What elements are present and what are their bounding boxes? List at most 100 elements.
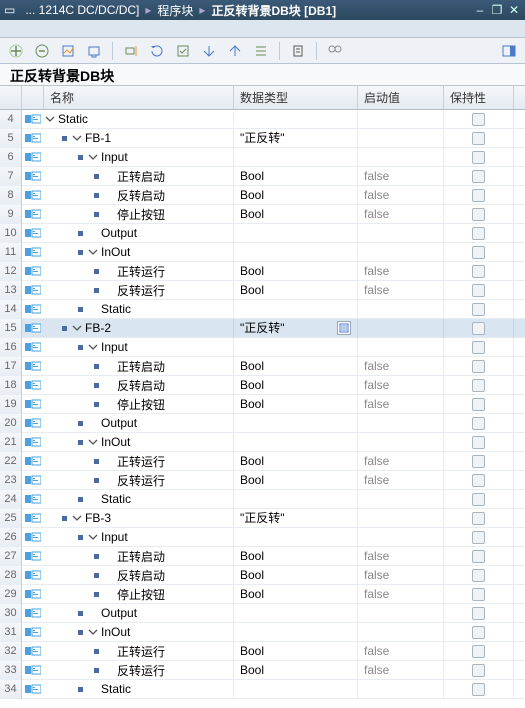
toolbar-btn-12[interactable] [325, 41, 345, 61]
breadcrumb-folder[interactable]: 程序块 [151, 2, 199, 19]
datatype-cell[interactable] [234, 300, 358, 319]
retain-cell[interactable] [444, 414, 514, 433]
datatype-cell[interactable] [234, 110, 358, 129]
startvalue-cell[interactable]: false [358, 167, 444, 186]
table-row[interactable]: 16 Input [0, 338, 525, 357]
row-number[interactable]: 11 [0, 243, 22, 262]
row-number[interactable]: 6 [0, 148, 22, 167]
table-row[interactable]: 11 InOut [0, 243, 525, 262]
retain-checkbox[interactable] [472, 246, 485, 259]
retain-checkbox[interactable] [472, 626, 485, 639]
variable-grid[interactable]: 名称 数据类型 启动值 保持性 4Static5FB-1"正反转"6Input7… [0, 86, 525, 708]
table-row[interactable]: 6 Input [0, 148, 525, 167]
table-row[interactable]: 20Output [0, 414, 525, 433]
name-cell[interactable]: InOut [44, 623, 234, 642]
row-number[interactable]: 27 [0, 547, 22, 566]
expand-toggle[interactable] [87, 246, 99, 258]
startvalue-cell[interactable] [358, 528, 444, 547]
table-row[interactable]: 29停止按钮Boolfalse [0, 585, 525, 604]
retain-checkbox[interactable] [472, 645, 485, 658]
name-cell[interactable]: Output [44, 604, 234, 623]
expand-toggle[interactable] [71, 132, 83, 144]
retain-cell[interactable] [444, 623, 514, 642]
row-number[interactable]: 31 [0, 623, 22, 642]
retain-cell[interactable] [444, 566, 514, 585]
table-row[interactable]: 15FB-2"正反转" [0, 319, 525, 338]
expand-toggle[interactable] [87, 531, 99, 543]
table-row[interactable]: 17正转启动Boolfalse [0, 357, 525, 376]
datatype-cell[interactable] [234, 680, 358, 699]
table-row[interactable]: 18反转启动Boolfalse [0, 376, 525, 395]
table-row[interactable]: 28反转启动Boolfalse [0, 566, 525, 585]
retain-cell[interactable] [444, 110, 514, 129]
datatype-cell[interactable]: Bool [234, 262, 358, 281]
row-number[interactable]: 15 [0, 319, 22, 338]
retain-checkbox[interactable] [472, 113, 485, 126]
row-number[interactable]: 32 [0, 642, 22, 661]
row-number[interactable]: 13 [0, 281, 22, 300]
retain-cell[interactable] [444, 547, 514, 566]
toolbar-btn-8[interactable] [199, 41, 219, 61]
retain-checkbox[interactable] [472, 664, 485, 677]
table-row[interactable]: 9停止按钮Boolfalse [0, 205, 525, 224]
name-cell[interactable]: InOut [44, 243, 234, 262]
datatype-cell[interactable]: Bool [234, 281, 358, 300]
retain-checkbox[interactable] [472, 379, 485, 392]
table-row[interactable]: 26Input [0, 528, 525, 547]
expand-toggle[interactable] [87, 626, 99, 638]
name-cell[interactable]: Input [44, 338, 234, 357]
retain-checkbox[interactable] [472, 588, 485, 601]
retain-cell[interactable] [444, 357, 514, 376]
retain-cell[interactable] [444, 148, 514, 167]
col-retain[interactable]: 保持性 [444, 86, 514, 109]
datatype-cell[interactable] [234, 528, 358, 547]
row-number[interactable]: 17 [0, 357, 22, 376]
datatype-cell[interactable] [234, 433, 358, 452]
datatype-cell[interactable] [234, 623, 358, 642]
name-cell[interactable]: Input [44, 148, 234, 167]
retain-cell[interactable] [444, 300, 514, 319]
datatype-cell[interactable]: "正反转" [234, 129, 358, 148]
datatype-cell[interactable]: Bool [234, 642, 358, 661]
startvalue-cell[interactable]: false [358, 471, 444, 490]
startvalue-cell[interactable]: false [358, 642, 444, 661]
startvalue-cell[interactable]: false [358, 395, 444, 414]
name-cell[interactable]: 反转启动 [44, 376, 234, 395]
row-number[interactable]: 16 [0, 338, 22, 357]
startvalue-cell[interactable] [358, 243, 444, 262]
table-row[interactable]: 27正转启动Boolfalse [0, 547, 525, 566]
datatype-cell[interactable] [234, 243, 358, 262]
datatype-cell[interactable]: Bool [234, 376, 358, 395]
name-cell[interactable]: 正转启动 [44, 547, 234, 566]
name-cell[interactable]: Static [44, 680, 234, 699]
datatype-cell[interactable] [234, 224, 358, 243]
retain-checkbox[interactable] [472, 455, 485, 468]
retain-cell[interactable] [444, 490, 514, 509]
name-cell[interactable]: Static [44, 300, 234, 319]
name-cell[interactable]: InOut [44, 433, 234, 452]
toolbar-btn-right[interactable] [499, 41, 519, 61]
toolbar-btn-2[interactable] [32, 41, 52, 61]
row-number[interactable]: 26 [0, 528, 22, 547]
retain-cell[interactable] [444, 680, 514, 699]
col-datatype[interactable]: 数据类型 [234, 86, 358, 109]
row-number[interactable]: 24 [0, 490, 22, 509]
startvalue-cell[interactable] [358, 490, 444, 509]
row-number[interactable]: 28 [0, 566, 22, 585]
datatype-cell[interactable]: "正反转" [234, 509, 358, 528]
retain-checkbox[interactable] [472, 341, 485, 354]
startvalue-cell[interactable] [358, 680, 444, 699]
startvalue-cell[interactable]: false [358, 452, 444, 471]
retain-cell[interactable] [444, 224, 514, 243]
retain-cell[interactable] [444, 129, 514, 148]
retain-cell[interactable] [444, 186, 514, 205]
startvalue-cell[interactable]: false [358, 357, 444, 376]
startvalue-cell[interactable] [358, 300, 444, 319]
row-number[interactable]: 25 [0, 509, 22, 528]
startvalue-cell[interactable]: false [358, 205, 444, 224]
row-number[interactable]: 30 [0, 604, 22, 623]
startvalue-cell[interactable] [358, 433, 444, 452]
name-cell[interactable]: Static [44, 490, 234, 509]
name-cell[interactable]: 正转运行 [44, 642, 234, 661]
row-number[interactable]: 12 [0, 262, 22, 281]
